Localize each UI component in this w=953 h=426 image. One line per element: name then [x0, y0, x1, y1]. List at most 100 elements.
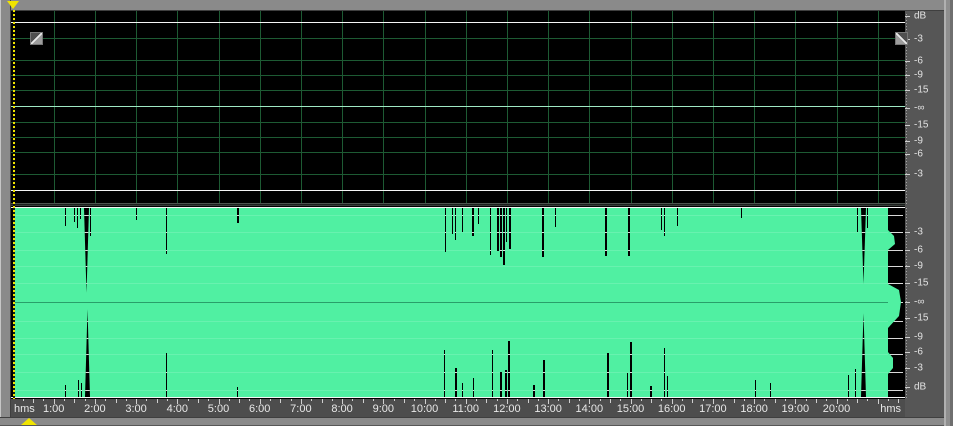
waveform-dropout: [503, 208, 505, 265]
grid-dash: [533, 390, 535, 391]
ruler-time-label: 10:00: [410, 403, 439, 415]
ruler-tick: [249, 399, 251, 401]
waveform-dropout: [667, 376, 668, 397]
grid-dash: [630, 372, 632, 373]
waveform-dropout: [455, 208, 456, 240]
ruler-tick: [743, 399, 745, 401]
db-grid-line: [11, 60, 905, 61]
scale-major-tick: [905, 16, 910, 17]
waveform-svg: [11, 206, 905, 399]
ruler-tick: [815, 399, 817, 403]
ruler-tick: [620, 399, 622, 401]
waveform-dropout: [452, 208, 453, 234]
grid-dash: [861, 390, 866, 391]
ruler-tick: [579, 399, 580, 401]
scale-major-tick: [905, 174, 910, 175]
grid-dash: [166, 215, 167, 216]
grid-dash: [888, 266, 903, 267]
db-label: -3: [914, 168, 923, 180]
ruler-tick: [270, 399, 271, 401]
channel-2-display[interactable]: [11, 206, 905, 399]
faint-grid-line: [13, 338, 888, 339]
playback-cursor[interactable]: [13, 10, 15, 399]
grid-dash: [237, 215, 239, 216]
grid-dash: [755, 390, 756, 391]
grid-dash: [478, 215, 479, 216]
grid-dash: [455, 232, 456, 233]
grid-dash: [677, 215, 678, 216]
level-handle-left[interactable]: [30, 32, 43, 45]
grid-dash: [667, 390, 668, 391]
ruler-tick: [558, 399, 560, 401]
grid-dash: [664, 390, 665, 391]
grid-dash: [492, 390, 493, 391]
grid-dash: [888, 250, 903, 251]
window-border-right: [944, 0, 953, 426]
ruler-tick: [702, 399, 704, 401]
ruler-time-label: 12:00: [493, 403, 521, 415]
scale-major-tick: [905, 108, 910, 109]
ruler-tick: [846, 399, 848, 401]
waveform-dropout: [500, 372, 502, 397]
grid-dash: [862, 338, 865, 339]
faint-grid-line: [13, 321, 888, 322]
grid-dash: [508, 354, 510, 355]
grid-dash: [661, 215, 662, 216]
grid-dash: [861, 372, 866, 373]
waveform-dropout: [627, 373, 628, 397]
scale-major-tick: [905, 90, 910, 91]
db-label: -3: [914, 226, 923, 238]
waveform-dropout: [857, 208, 858, 232]
ruler-tick: [764, 399, 766, 401]
ruler-time-label: 14:00: [575, 403, 604, 415]
faint-grid-line: [13, 232, 888, 233]
grid-dash: [80, 215, 81, 216]
channel-1-display[interactable]: [11, 10, 905, 203]
grid-dash: [87, 321, 89, 322]
waveform-dropout: [661, 208, 662, 230]
grid-dash: [506, 215, 507, 216]
marker-triangle-top-icon[interactable]: [7, 1, 19, 9]
marker-triangle-bottom-icon[interactable]: [21, 418, 37, 425]
ruler-tick: [496, 399, 498, 401]
waveform-dropout: [473, 378, 474, 397]
faint-grid-line: [13, 354, 888, 355]
grid-dash: [500, 390, 502, 391]
time-ruler[interactable]: hms hms 1:00 2:00 3:00 4:00 5:00 6:00 7:00 8:00…: [11, 399, 905, 417]
waveform-dropout: [90, 208, 91, 236]
db-label: -15: [914, 84, 929, 96]
db-label: -6: [914, 148, 923, 160]
grid-dash: [509, 215, 511, 216]
ruler-tick: [280, 399, 282, 403]
db-label: -3: [914, 362, 923, 374]
scale-major-tick: [905, 141, 910, 142]
db-label: dB: [914, 381, 927, 393]
ruler-tick: [373, 399, 374, 401]
grid-dash: [867, 215, 868, 216]
grid-dash: [628, 232, 630, 233]
grid-dash: [627, 390, 628, 391]
zero-db-line: [11, 190, 905, 191]
db-grid-line: [11, 75, 905, 76]
db-label: -15: [914, 277, 929, 289]
db-scale[interactable]: dB -3 -6 -9 -15 -∞ -15 -9 -6 -3 -3 -6 -9 -15 -∞ -15 -9 -6…: [905, 10, 944, 417]
grid-dash: [237, 390, 238, 391]
grid-dash: [500, 250, 502, 251]
scale-major-tick: [905, 154, 910, 155]
db-label: -9: [914, 69, 923, 81]
grid-dash: [77, 215, 78, 216]
grid-dash: [862, 354, 865, 355]
grid-dash: [90, 232, 91, 233]
grid-dash: [136, 215, 137, 216]
faint-grid-line: [13, 215, 888, 216]
db-label: -3: [914, 33, 923, 45]
window-border-left: [0, 0, 11, 426]
db-label: -6: [914, 244, 923, 256]
grid-dash: [628, 215, 630, 216]
grid-dash: [84, 215, 89, 216]
infinity-grid-line: [11, 106, 905, 107]
level-handle-right[interactable]: [895, 32, 908, 45]
grid-dash: [888, 390, 903, 391]
ruler-tick: [352, 399, 354, 401]
ruler-time-label: 9:00: [372, 403, 395, 415]
